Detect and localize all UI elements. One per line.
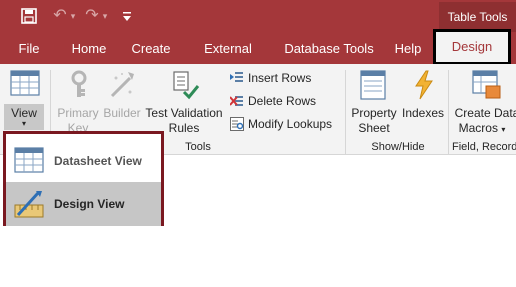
- datasheet-view-icon: [14, 147, 44, 178]
- view-button[interactable]: View ▾: [4, 104, 44, 130]
- insert-rows-label[interactable]: Insert Rows: [248, 71, 311, 85]
- group-label-show-hide: Show/Hide: [371, 141, 425, 153]
- redo-dropdown-icon[interactable]: ▾: [100, 5, 110, 27]
- group-separator: [345, 70, 346, 154]
- menu-item-datasheet-view[interactable]: Datasheet View: [6, 139, 161, 183]
- tab-database-tools[interactable]: Database Tools: [284, 34, 374, 64]
- save-icon[interactable]: [20, 5, 38, 27]
- delete-rows-icon: [229, 94, 244, 113]
- view-dropdown-menu: Datasheet View Design View: [3, 131, 164, 226]
- create-data-macros-label-2[interactable]: Macros ▾: [454, 121, 510, 137]
- delete-rows-label[interactable]: Delete Rows: [248, 94, 316, 108]
- insert-rows-icon: [230, 70, 244, 89]
- property-sheet-label-1[interactable]: Property: [350, 106, 398, 120]
- view-label: View: [11, 106, 37, 120]
- indexes-icon: [412, 70, 436, 105]
- undo-icon[interactable]: ↶: [52, 5, 68, 27]
- property-sheet-label-2[interactable]: Sheet: [350, 121, 398, 135]
- modify-lookups-label[interactable]: Modify Lookups: [248, 117, 332, 131]
- tab-help[interactable]: Help: [390, 34, 426, 64]
- datasheet-view-label: Datasheet View: [54, 154, 142, 168]
- group-label-field-record: Field, Record: [452, 141, 516, 153]
- group-separator: [448, 70, 449, 154]
- chevron-down-icon: ▾: [501, 125, 506, 134]
- design-view-icon: [14, 189, 44, 224]
- undo-dropdown-icon[interactable]: ▾: [68, 5, 78, 27]
- builder-icon: [108, 70, 136, 105]
- tab-create[interactable]: Create: [128, 34, 174, 64]
- create-data-macros-label-2-text: Macros: [458, 121, 498, 135]
- tab-external-data[interactable]: External Data: [190, 34, 266, 86]
- tab-home[interactable]: Home: [66, 34, 112, 64]
- menu-item-design-view[interactable]: Design View: [6, 182, 161, 226]
- primary-key-label-1[interactable]: Primary: [54, 106, 102, 120]
- indexes-label[interactable]: Indexes: [400, 106, 446, 120]
- datasheet-view-icon: [10, 70, 40, 101]
- tab-file[interactable]: File: [10, 34, 48, 64]
- primary-key-icon: [66, 70, 92, 105]
- builder-label[interactable]: Builder: [102, 106, 142, 120]
- create-data-macros-label-1[interactable]: Create Data: [454, 106, 516, 120]
- chevron-down-icon: ▾: [21, 119, 26, 128]
- test-validation-label-1[interactable]: Test Validation: [142, 106, 226, 120]
- test-validation-rules-icon: [172, 70, 200, 105]
- design-view-label: Design View: [54, 197, 125, 211]
- table-tools-label: Table Tools: [439, 2, 516, 32]
- property-sheet-icon: [360, 70, 386, 105]
- tab-design[interactable]: Design: [433, 29, 511, 65]
- customize-qat-icon[interactable]: [120, 5, 134, 27]
- modify-lookups-icon: [230, 117, 244, 136]
- redo-icon[interactable]: ↷: [84, 5, 100, 27]
- group-label-tools: Tools: [185, 141, 211, 153]
- create-data-macros-icon: [472, 70, 502, 105]
